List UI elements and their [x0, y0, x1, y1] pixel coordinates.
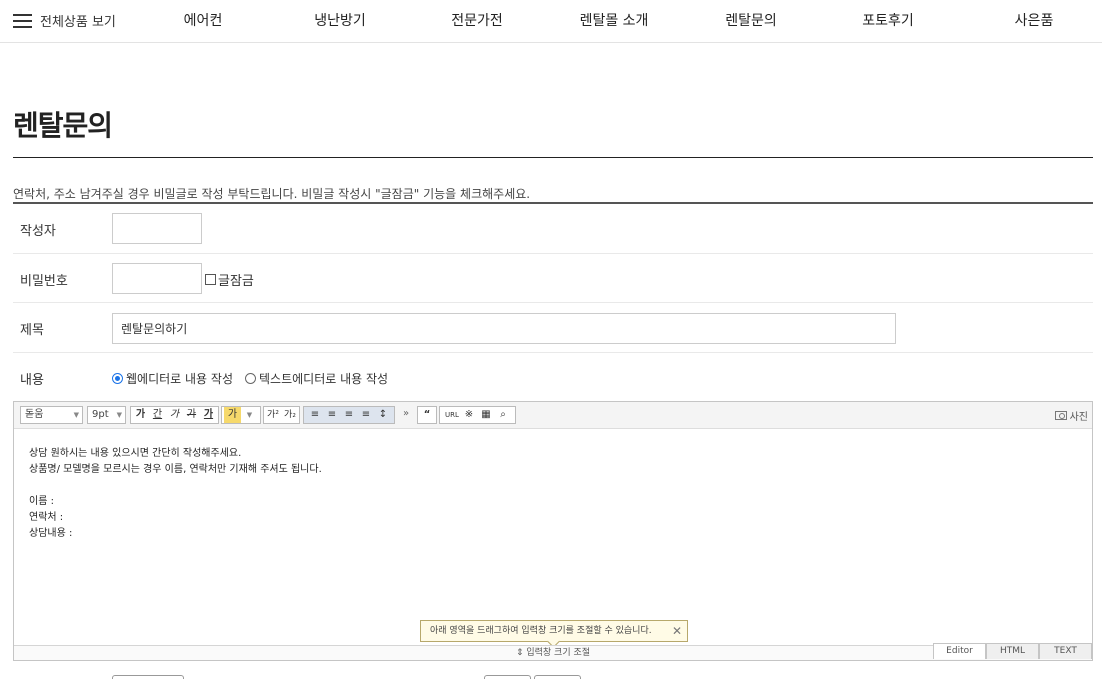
partial-button[interactable] — [484, 675, 531, 679]
content-line: 상담 원하시는 내용 있으시면 간단히 작성해주세요. — [29, 448, 242, 459]
all-products-label: 전체상품 보기 — [40, 14, 116, 30]
bold-button[interactable]: 가 — [132, 407, 149, 423]
font-color-button[interactable]: 가 — [200, 407, 217, 423]
link-icon[interactable]: URL — [444, 407, 461, 423]
radio-unselected-icon[interactable] — [245, 373, 256, 384]
checkbox-icon[interactable] — [205, 274, 216, 285]
quote-icon: “ — [423, 409, 431, 420]
form-top-divider — [13, 202, 1093, 204]
resize-tooltip-text: 아래 영역을 드래그하여 입력창 크기를 조절할 수 있습니다. — [430, 626, 652, 636]
top-navigation: 전체상품 보기 에어컨 냉난방기 전문가전 렌탈몰 소개 렌탈문의 포토후기 사… — [0, 0, 1102, 43]
row-divider — [13, 253, 1093, 254]
radio-selected-icon[interactable] — [112, 373, 123, 384]
table-icon[interactable]: ▦ — [478, 407, 495, 423]
row-divider — [13, 352, 1093, 353]
nav-item-rental-inquiry[interactable]: 렌탈문의 — [725, 10, 777, 30]
superscript-button[interactable]: 가² — [265, 407, 282, 423]
text-editor-radio[interactable]: 텍스트에디터로 내용 작성 — [245, 370, 388, 387]
insert-photo-label: 사진 — [1069, 412, 1088, 423]
nav-item-photo-reviews[interactable]: 포토후기 — [862, 10, 914, 30]
resize-label: 입력창 크기 조절 — [526, 648, 591, 658]
lock-checkbox[interactable]: 글잠금 — [205, 270, 254, 289]
dropdown-arrow-icon[interactable]: ▼ — [241, 407, 258, 423]
more-tools-icon[interactable]: » — [403, 408, 409, 419]
underline-button[interactable]: 간 — [149, 407, 166, 423]
dropdown-arrow-icon: ▼ — [116, 411, 122, 419]
nav-item-gifts[interactable]: 사은품 — [1015, 10, 1054, 30]
align-right-icon[interactable]: ≡ — [341, 407, 358, 423]
nav-item-aircon[interactable]: 에어컨 — [184, 10, 223, 30]
author-label: 작성자 — [20, 224, 56, 239]
password-label: 비밀번호 — [20, 274, 68, 289]
password-input[interactable] — [112, 263, 202, 294]
nav-item-heating-cooling[interactable]: 냉난방기 — [314, 10, 366, 30]
web-editor-radio-label: 웹에디터로 내용 작성 — [126, 372, 233, 386]
alignment-group: ≡ ≡ ≡ ≡ ↕ — [303, 406, 395, 424]
strikethrough-button[interactable]: 가 — [183, 407, 200, 423]
quote-button[interactable]: “ — [417, 406, 437, 424]
text-editor-radio-label: 텍스트에디터로 내용 작성 — [259, 372, 389, 386]
align-justify-icon[interactable]: ≡ — [358, 407, 375, 423]
align-left-icon[interactable]: ≡ — [307, 407, 324, 423]
editor-toolbar: 돋움 ▼ 9pt ▼ 가간가가가 가 ▼ 가² 가₂ ≡ ≡ ≡ ≡ ↕ » “ URL ※ ▦ ⌕ … — [14, 402, 1092, 429]
web-editor-radio[interactable]: 웹에디터로 내용 작성 — [112, 370, 233, 387]
dropdown-arrow-icon: ▼ — [73, 411, 79, 419]
insert-photo-button[interactable]: 사진 — [1054, 408, 1088, 423]
partial-button[interactable] — [534, 675, 581, 679]
tab-editor[interactable]: Editor — [933, 643, 986, 659]
editor-content-area[interactable]: 상담 원하시는 내용 있으시면 간단히 작성해주세요. 상품명/ 모델명을 모르… — [29, 446, 322, 542]
line-height-icon[interactable]: ↕ — [375, 407, 392, 423]
insert-group: URL ※ ▦ ⌕ — [439, 406, 516, 424]
lock-checkbox-label: 글잠금 — [218, 274, 254, 289]
resize-tooltip: 아래 영역을 드래그하여 입력창 크기를 조절할 수 있습니다. ✕ — [420, 620, 688, 642]
script-group: 가² 가₂ — [263, 406, 300, 424]
content-line: 상담내용 : — [29, 528, 73, 539]
camera-icon — [1054, 411, 1067, 420]
highlight-group: 가 ▼ — [221, 406, 261, 424]
close-icon[interactable]: ✕ — [672, 621, 682, 641]
content-line: 이름 : — [29, 496, 54, 507]
rich-text-editor: 돋움 ▼ 9pt ▼ 가간가가가 가 ▼ 가² 가₂ ≡ ≡ ≡ ≡ ↕ » “ URL ※ ▦ ⌕ … — [13, 401, 1093, 661]
align-center-icon[interactable]: ≡ — [324, 407, 341, 423]
editor-mode-tabs: Editor HTML TEXT — [933, 643, 1092, 659]
row-divider — [13, 302, 1093, 303]
tab-text[interactable]: TEXT — [1039, 643, 1092, 659]
font-size-value: 9pt — [92, 409, 109, 420]
font-size-select[interactable]: 9pt ▼ — [87, 406, 126, 424]
font-family-select[interactable]: 돋움 ▼ — [20, 406, 83, 424]
title-divider — [13, 157, 1093, 158]
nav-item-about[interactable]: 렌탈몰 소개 — [580, 10, 649, 30]
special-char-icon[interactable]: ※ — [461, 407, 478, 423]
nav-item-appliances[interactable]: 전문가전 — [451, 10, 503, 30]
font-family-value: 돋움 — [25, 409, 44, 420]
secret-post-notice: 연락처, 주소 남겨주실 경우 비밀글로 작성 부탁드립니다. 비밀글 작성시 … — [13, 187, 531, 201]
resize-arrows-icon: ⇕ — [515, 648, 527, 658]
find-icon[interactable]: ⌕ — [495, 407, 512, 423]
italic-button[interactable]: 가 — [166, 407, 183, 423]
content-label: 내용 — [20, 373, 44, 388]
content-line: 상품명/ 모델명을 모르시는 경우 이름, 연락처만 기재해 주셔도 됩니다. — [29, 464, 322, 475]
tab-html[interactable]: HTML — [986, 643, 1039, 659]
highlight-button[interactable]: 가 — [224, 407, 241, 423]
subject-label: 제목 — [20, 323, 44, 338]
page-title: 렌탈문의 — [13, 109, 113, 142]
resize-handle[interactable]: ⇕ 입력창 크기 조절 — [14, 645, 1092, 660]
partial-button[interactable] — [112, 675, 184, 679]
text-style-group: 가간가가가 — [130, 406, 219, 424]
subject-input[interactable] — [112, 313, 896, 344]
content-line: 연락처 : — [29, 512, 64, 523]
all-products-menu-button[interactable]: 전체상품 보기 — [13, 9, 116, 31]
author-input[interactable] — [112, 213, 202, 244]
content-line — [29, 478, 322, 494]
hamburger-icon — [13, 13, 32, 28]
subscript-button[interactable]: 가₂ — [282, 407, 299, 423]
